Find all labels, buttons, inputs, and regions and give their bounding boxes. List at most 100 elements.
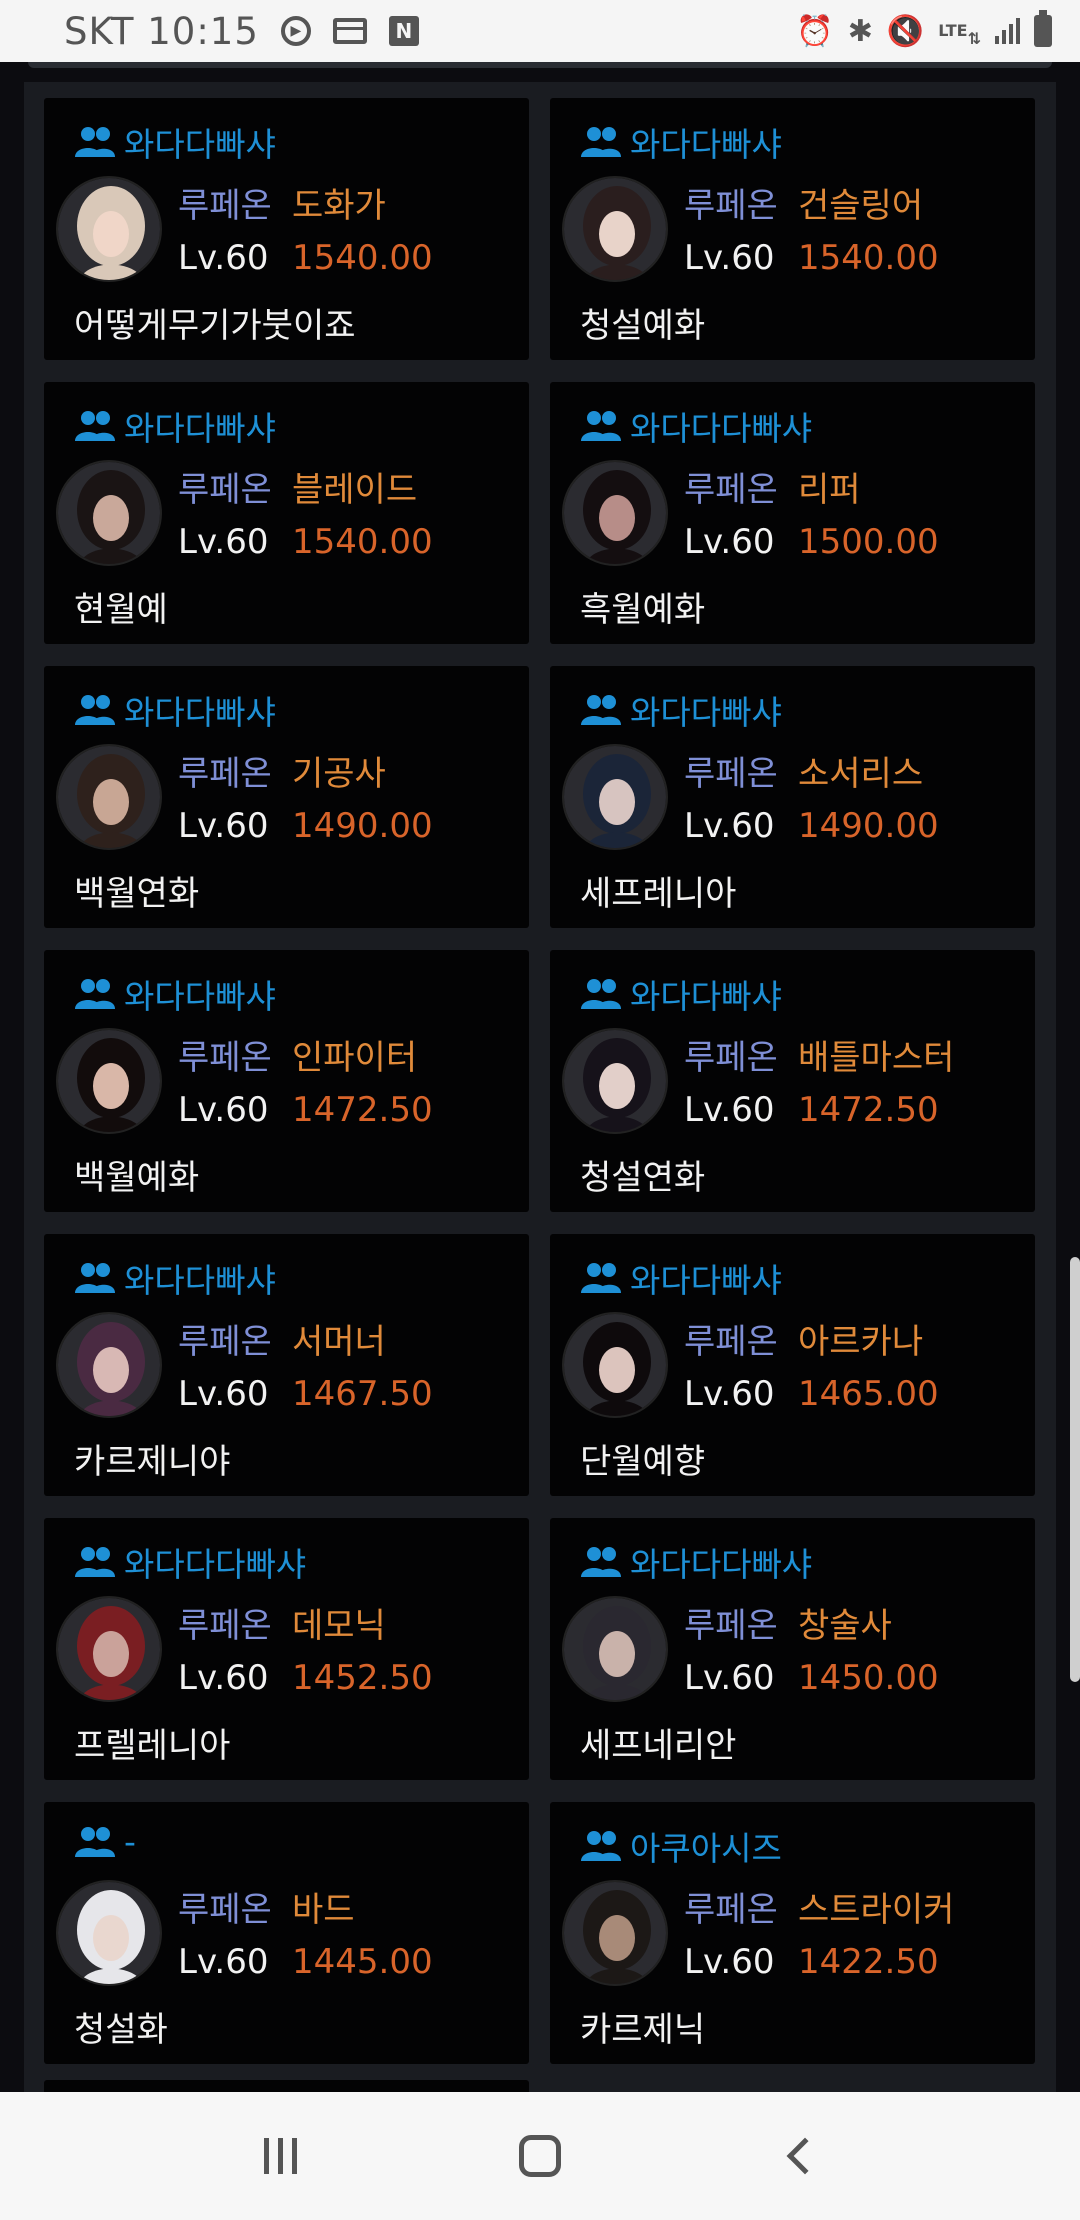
character-card[interactable]: 와다다빠샤 루페온 도화가 Lv.60 1540.00 어떻게무기가붓이죠 xyxy=(44,98,529,360)
character-level: Lv.60 xyxy=(684,1374,775,1414)
guild-members-icon xyxy=(580,409,622,443)
class-name: 서머너 xyxy=(292,1322,386,1362)
character-level: Lv.60 xyxy=(178,238,269,278)
guild-members-icon xyxy=(74,977,116,1011)
guild-name: 와다다빠샤 xyxy=(630,125,782,164)
guild-members-icon xyxy=(580,1829,622,1863)
character-card[interactable]: 와다다빠샤 루페온 배틀마스터 Lv.60 1472.50 청설연화 xyxy=(550,950,1035,1212)
guild-row: 와다다다빠샤 xyxy=(74,1538,306,1586)
character-name: 청설예화 xyxy=(580,306,706,346)
character-card[interactable]: 와다다다빠샤 루페온 데모닉 Lv.60 1452.50 프렐레니아 xyxy=(44,1518,529,1780)
guild-row: 와다다다빠샤 xyxy=(580,1538,812,1586)
naver-n-icon: N xyxy=(388,16,419,46)
guild-members-icon xyxy=(580,1261,622,1295)
character-card[interactable]: 와다다빠샤 루페온 인파이터 Lv.60 1472.50 백월예화 xyxy=(44,950,529,1212)
server-name: 루페온 xyxy=(684,1322,778,1362)
character-list-panel[interactable]: 와다다빠샤 루페온 도화가 Lv.60 1540.00 어떻게무기가붓이죠 와다… xyxy=(24,82,1056,2112)
guild-members-icon xyxy=(74,409,116,443)
server-name: 루페온 xyxy=(684,754,778,794)
item-level: 1472.50 xyxy=(292,1090,433,1130)
class-name: 데모닉 xyxy=(292,1606,386,1646)
item-level: 1445.00 xyxy=(292,1942,433,1982)
character-card[interactable]: 와다다빠샤 루페온 서머너 Lv.60 1467.50 카르제니야 xyxy=(44,1234,529,1496)
character-card[interactable]: 와다다빠샤 루페온 아르카나 Lv.60 1465.00 단월예향 xyxy=(550,1234,1035,1496)
alarm-icon: ⏰ xyxy=(796,13,834,49)
character-level: Lv.60 xyxy=(684,806,775,846)
character-level: Lv.60 xyxy=(178,522,269,562)
server-name: 루페온 xyxy=(178,470,272,510)
class-name: 리퍼 xyxy=(798,470,861,510)
item-level: 1467.50 xyxy=(292,1374,433,1414)
character-level: Lv.60 xyxy=(684,1942,775,1982)
class-name: 건슬링어 xyxy=(798,186,924,226)
class-name: 창술사 xyxy=(798,1606,892,1646)
character-avatar xyxy=(562,1596,668,1702)
home-icon xyxy=(519,2135,561,2177)
class-name: 아르카나 xyxy=(798,1322,924,1362)
class-name: 소서리스 xyxy=(798,754,924,794)
lte-icon: LTE ⇅ xyxy=(938,21,981,48)
item-level: 1452.50 xyxy=(292,1658,433,1698)
guild-name: 와다다다빠샤 xyxy=(124,1545,307,1584)
character-avatar xyxy=(56,176,162,282)
guild-row: 와다다빠샤 xyxy=(580,118,782,166)
server-name: 루페온 xyxy=(178,1606,272,1646)
character-name: 현월예 xyxy=(74,590,168,630)
guild-name: 와다다빠샤 xyxy=(124,125,276,164)
character-name: 청설연화 xyxy=(580,1158,706,1198)
character-avatar xyxy=(56,1312,162,1418)
item-level: 1490.00 xyxy=(292,806,433,846)
character-level: Lv.60 xyxy=(178,1658,269,1698)
guild-name: 와다다빠샤 xyxy=(124,1261,276,1300)
character-name: 프렐레니아 xyxy=(74,1726,231,1766)
class-name: 배틀마스터 xyxy=(798,1038,955,1078)
character-card[interactable]: - 루페온 바드 Lv.60 1445.00 청설화 xyxy=(44,1802,529,2064)
server-name: 루페온 xyxy=(178,1038,272,1078)
item-level: 1540.00 xyxy=(292,522,433,562)
guild-row: - xyxy=(74,1822,136,1861)
guild-members-icon xyxy=(580,693,622,727)
recent-apps-button[interactable] xyxy=(240,2116,320,2196)
character-avatar xyxy=(562,460,668,566)
scrollbar-thumb[interactable] xyxy=(1070,1257,1080,1682)
character-card[interactable]: 와다다빠샤 루페온 소서리스 Lv.60 1490.00 세프레니아 xyxy=(550,666,1035,928)
guild-row: 와다다빠샤 xyxy=(74,402,276,450)
character-name: 청설화 xyxy=(74,2010,168,2050)
character-level: Lv.60 xyxy=(178,806,269,846)
item-level: 1540.00 xyxy=(798,238,939,278)
character-card[interactable]: 와다다빠샤 루페온 기공사 Lv.60 1490.00 백월연화 xyxy=(44,666,529,928)
character-name: 세프레니아 xyxy=(580,874,737,914)
guild-name: 와다다다빠샤 xyxy=(630,409,813,448)
guild-members-icon xyxy=(74,125,116,159)
character-level: Lv.60 xyxy=(178,1090,269,1130)
class-name: 인파이터 xyxy=(292,1038,418,1078)
guild-members-icon xyxy=(580,977,622,1011)
character-card[interactable]: 와다다다빠샤 루페온 창술사 Lv.60 1450.00 세프네리안 xyxy=(550,1518,1035,1780)
home-button[interactable] xyxy=(500,2116,580,2196)
character-card-grid: 와다다빠샤 루페온 도화가 Lv.60 1540.00 어떻게무기가붓이죠 와다… xyxy=(44,98,1048,2064)
character-card[interactable]: 아쿠아시즈 루페온 스트라이커 Lv.60 1422.50 카르제닉 xyxy=(550,1802,1035,2064)
character-card[interactable]: 와다다빠샤 루페온 건슬링어 Lv.60 1540.00 청설예화 xyxy=(550,98,1035,360)
partial-character-card[interactable] xyxy=(44,2080,529,2092)
character-card[interactable]: 와다다빠샤 루페온 블레이드 Lv.60 1540.00 현월예 xyxy=(44,382,529,644)
item-level: 1540.00 xyxy=(292,238,433,278)
guild-name: 와다다빠샤 xyxy=(630,977,782,1016)
character-level: Lv.60 xyxy=(178,1942,269,1982)
character-level: Lv.60 xyxy=(178,1374,269,1414)
app-content: 와다다빠샤 루페온 도화가 Lv.60 1540.00 어떻게무기가붓이죠 와다… xyxy=(0,62,1080,2112)
guild-row: 와다다빠샤 xyxy=(74,970,276,1018)
guild-row: 와다다다빠샤 xyxy=(580,402,812,450)
server-name: 루페온 xyxy=(178,186,272,226)
character-avatar xyxy=(562,176,668,282)
navigation-bar xyxy=(0,2092,1080,2220)
character-name: 단월예향 xyxy=(580,1442,706,1482)
guild-row: 와다다빠샤 xyxy=(580,686,782,734)
character-avatar xyxy=(562,1880,668,1986)
character-card[interactable]: 와다다다빠샤 루페온 리퍼 Lv.60 1500.00 흑월예화 xyxy=(550,382,1035,644)
character-level: Lv.60 xyxy=(684,1090,775,1130)
server-name: 루페온 xyxy=(178,754,272,794)
back-button[interactable] xyxy=(760,2116,840,2196)
character-name: 카르제닉 xyxy=(580,2010,706,2050)
class-name: 블레이드 xyxy=(292,470,418,510)
character-name: 백월연화 xyxy=(74,874,200,914)
